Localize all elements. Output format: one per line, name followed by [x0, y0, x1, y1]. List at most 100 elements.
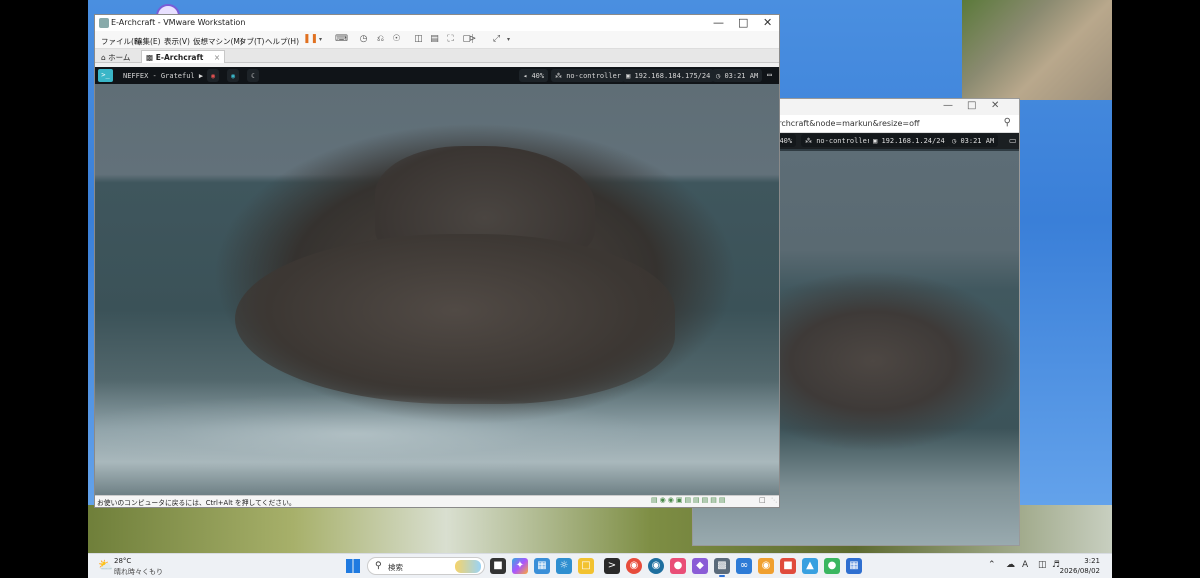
tab-e-archcraft-label: E-Archcraft [155, 53, 204, 62]
weather-description[interactable]: 晴れ時々くもり [114, 567, 163, 577]
app-icon-3[interactable]: ◉ [758, 558, 774, 574]
app-icon-7[interactable]: ▦ [846, 558, 862, 574]
bg-network-chip[interactable]: ▣ 192.168.1.24/24 [869, 134, 949, 147]
menu-vm[interactable]: 仮想マシン(M) [193, 36, 243, 47]
minimize-icon[interactable]: — [943, 100, 953, 111]
ip-value: 192.168.184.175/24 [634, 72, 711, 80]
minimize-icon[interactable]: — [713, 16, 724, 29]
guest-display[interactable]: >_ NEFFEX - Grateful ▶ ◉ ◉ ☾ ◂ 40% ⁂ no-… [95, 67, 779, 495]
app-icon-6[interactable]: ● [824, 558, 840, 574]
maximize-icon[interactable]: □ [738, 16, 748, 29]
volume-chip[interactable]: ◂ 40% [519, 69, 549, 82]
resize-grip-icon[interactable]: ⋱ [771, 497, 777, 504]
pause-icon[interactable]: ❚❚ [303, 34, 318, 45]
snapshot-icon[interactable]: ◷ [358, 34, 369, 45]
onedrive-icon[interactable]: ☁ [1006, 560, 1015, 570]
menu-view[interactable]: 表示(V) [164, 36, 190, 47]
color-picker-icon: ◉ [231, 72, 236, 80]
weather-sun-cloud-icon[interactable]: ⛅ [98, 558, 113, 572]
search-label: 検索 [388, 563, 403, 572]
taskbar-search[interactable]: ⚲ 検索 [367, 557, 485, 575]
bluetooth-chip[interactable]: ⁂ no-controller [551, 69, 626, 82]
monitor-icon[interactable]: ▭ [767, 70, 772, 79]
visual-studio-icon[interactable]: ∞ [736, 558, 752, 574]
revert-snapshot-icon[interactable]: ⎌ [375, 34, 386, 45]
volume-value: 40% [531, 72, 545, 80]
vmware-window[interactable]: E-Archcraft - VMware Workstation — □ ✕ フ… [94, 14, 780, 508]
bluetooth-value: no-controller [566, 72, 622, 80]
color-picker[interactable]: ◉ [227, 69, 240, 82]
taskbar-clock-time[interactable]: 3:21 [1084, 557, 1100, 565]
bg-volume-value: 40% [779, 137, 793, 145]
message-icon[interactable]: □ [759, 496, 766, 504]
play-icon[interactable]: ▶ [199, 72, 203, 80]
taskbar: ⛅ 28°C 晴れ時々くもり ⚲ 検索 ■ ✦ ▦ ☼ □ > ◉ ◉ ● ◆ … [88, 553, 1112, 578]
ime-icon[interactable]: A [1022, 560, 1028, 570]
chevron-down-icon[interactable]: ▾ [503, 34, 514, 45]
file-explorer-icon[interactable]: □ [578, 558, 594, 574]
now-playing[interactable]: NEFFEX - Grateful ▶ [119, 69, 207, 82]
console-icon[interactable]: ⊳ [467, 34, 478, 45]
stretch-icon[interactable]: ⤢ [491, 34, 502, 45]
record-icon: ◉ [211, 72, 216, 80]
bg-time-value: 03:21 AM [960, 137, 995, 145]
task-view-icon[interactable]: ■ [490, 558, 506, 574]
bg-bluetooth-chip[interactable]: ⁂ no-controller [801, 134, 876, 147]
menu-edit[interactable]: 編集(E) [135, 36, 161, 47]
guest-wallpaper [95, 84, 779, 495]
copilot-icon[interactable]: ✦ [512, 558, 528, 574]
network-icon: ▣ [626, 72, 631, 80]
monitor-icon[interactable]: ▭ [1009, 136, 1017, 145]
close-icon[interactable]: × [214, 53, 220, 62]
bluetooth-icon: ⁂ [555, 72, 562, 80]
snapshot-manager-icon[interactable]: ☉ [391, 34, 402, 45]
guest-top-bar: >_ NEFFEX - Grateful ▶ ◉ ◉ ☾ ◂ 40% ⁂ no-… [95, 67, 779, 84]
desktop-wallpaper-cliff [962, 0, 1112, 100]
network-tray-icon[interactable]: ◫ [1038, 560, 1047, 570]
status-message: お使いのコンピュータに戻るには、Ctrl+Alt を押してください。 [97, 499, 296, 507]
taskbar-clock-date[interactable]: 2026/08/02 [1060, 567, 1100, 575]
browser-icon[interactable]: ◉ [648, 558, 664, 574]
chevron-up-icon[interactable]: ⌃ [988, 560, 996, 570]
vmware-app-icon [99, 18, 109, 28]
close-icon[interactable]: ✕ [991, 100, 999, 111]
time-value: 03:21 AM [724, 72, 759, 80]
night-mode[interactable]: ☾ [247, 69, 260, 82]
bluetooth-icon: ⁂ [805, 137, 812, 145]
network-icon: ▣ [873, 137, 878, 145]
moon-icon: ☾ [251, 72, 256, 80]
windows-start-icon[interactable] [346, 559, 360, 573]
menu-tabs[interactable]: タブ(T) [239, 36, 264, 47]
window-title: E-Archcraft - VMware Workstation [111, 18, 246, 27]
tab-home-label: ホーム [108, 53, 131, 62]
weather-temperature[interactable]: 28°C [114, 557, 131, 565]
archcraft-logo-icon[interactable]: >_ [98, 69, 113, 82]
clock-chip[interactable]: ◷ 03:21 AM [712, 69, 763, 82]
sidebar-icon[interactable]: ◫ [413, 34, 424, 45]
device-status-icons[interactable]: ▤◉◉▣▤▤▤▤▤ [651, 496, 728, 504]
record-indicator[interactable]: ◉ [207, 69, 220, 82]
widgets-icon[interactable]: ▦ [534, 558, 550, 574]
app-icon-4[interactable]: ■ [780, 558, 796, 574]
volume-icon: ◂ [523, 72, 528, 80]
key-icon[interactable]: ⚲ [1004, 117, 1011, 128]
thumbnail-icon[interactable]: ▤ [429, 34, 440, 45]
vmware-taskbar-icon[interactable]: ▩ [714, 558, 730, 577]
tab-e-archcraft[interactable]: ▩ E-Archcraft × [141, 50, 226, 63]
app-icon-2[interactable]: ◆ [692, 558, 708, 574]
send-keys-icon[interactable]: ⌨ [335, 34, 348, 45]
menu-help[interactable]: ヘルプ(H) [265, 36, 299, 47]
chrome-icon[interactable]: ◉ [626, 558, 642, 574]
fullscreen-icon[interactable]: ⛶ [445, 34, 456, 45]
app-icon-1[interactable]: ● [670, 558, 686, 574]
close-icon[interactable]: ✕ [763, 16, 772, 29]
chevron-down-icon[interactable]: ▾ [315, 34, 326, 45]
edge-icon[interactable]: ☼ [556, 558, 572, 574]
app-icon-5[interactable]: ▲ [802, 558, 818, 574]
wallpaper-surf [95, 374, 779, 484]
network-chip[interactable]: ▣ 192.168.184.175/24 [622, 69, 715, 82]
bg-clock-chip[interactable]: ◷ 03:21 AM [948, 134, 999, 147]
maximize-icon[interactable]: □ [967, 100, 976, 111]
bg-bluetooth-value: no-controller [816, 137, 872, 145]
terminal-icon[interactable]: > [604, 558, 620, 574]
